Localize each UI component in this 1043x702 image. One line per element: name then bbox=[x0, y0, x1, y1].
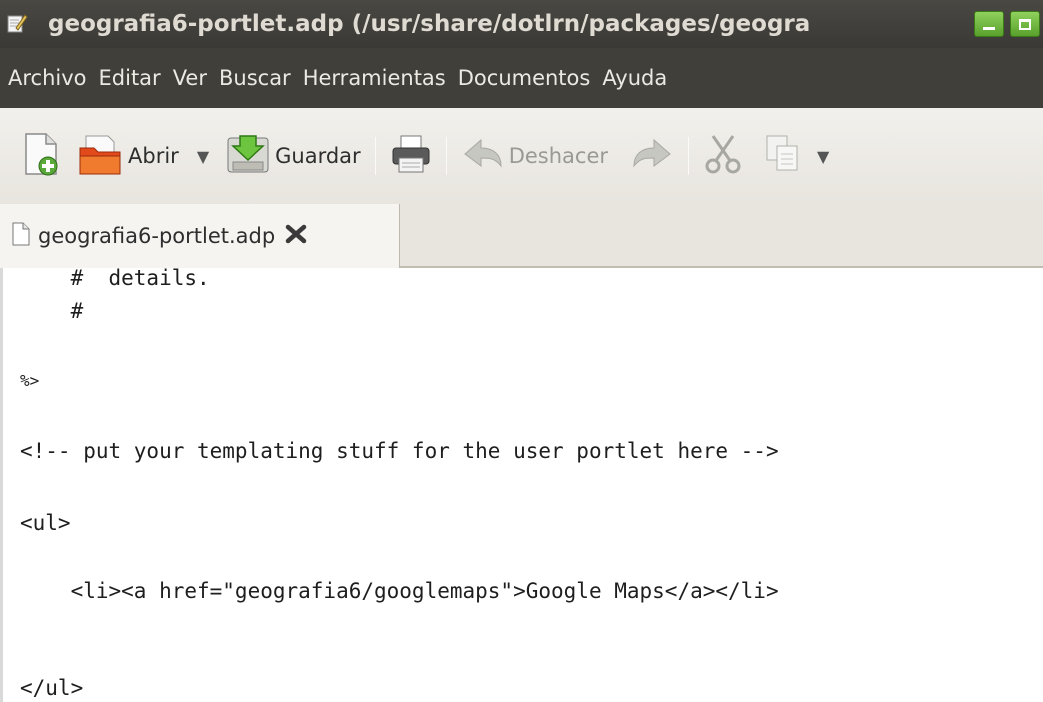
open-button-label: Abrir bbox=[128, 144, 179, 168]
menu-ayuda[interactable]: Ayuda bbox=[598, 66, 675, 90]
redo-button[interactable] bbox=[630, 126, 674, 186]
close-icon[interactable] bbox=[285, 224, 307, 248]
more-tools-dropdown-icon[interactable]: ▼ bbox=[817, 147, 829, 166]
code-line: # bbox=[20, 299, 84, 323]
cut-button[interactable] bbox=[703, 126, 743, 186]
copy-button[interactable] bbox=[763, 126, 803, 186]
minimize-icon bbox=[983, 27, 995, 30]
new-document-icon bbox=[22, 132, 62, 180]
document-tabs: geografia6-portlet.adp bbox=[0, 204, 1043, 268]
menu-buscar[interactable]: Buscar bbox=[215, 66, 299, 90]
file-icon bbox=[12, 222, 30, 250]
copy-icon bbox=[763, 132, 803, 180]
redo-icon bbox=[630, 134, 674, 178]
menu-herramientas[interactable]: Herramientas bbox=[299, 66, 454, 90]
text-editor[interactable]: # details. # %> <!-- put your templating… bbox=[0, 268, 1043, 702]
printer-icon bbox=[390, 132, 432, 180]
undo-icon bbox=[461, 134, 505, 178]
toolbar-separator bbox=[445, 137, 447, 175]
toolbar-separator bbox=[374, 137, 376, 175]
toolbar: Abrir ▼ Guardar Deshacer ▼ bbox=[0, 108, 1043, 204]
open-recent-dropdown-icon[interactable]: ▼ bbox=[197, 147, 209, 166]
print-button[interactable] bbox=[390, 126, 432, 186]
document-tab-label: geografia6-portlet.adp bbox=[38, 224, 276, 248]
undo-button-label: Deshacer bbox=[508, 144, 608, 168]
code-line: <li><a href="geografia6/googlemaps">Goog… bbox=[20, 579, 779, 603]
code-line: %> bbox=[20, 371, 40, 390]
code-line: # details. bbox=[20, 268, 210, 290]
minimize-button[interactable] bbox=[974, 11, 1004, 37]
text-editor-icon bbox=[0, 0, 34, 48]
code-line: </ul> bbox=[20, 676, 84, 700]
open-folder-icon bbox=[78, 132, 124, 180]
code-line: <!-- put your templating stuff for the u… bbox=[20, 439, 779, 463]
code-line: <ul> bbox=[20, 511, 71, 535]
scissors-icon bbox=[703, 132, 743, 180]
undo-button[interactable]: Deshacer bbox=[461, 126, 608, 186]
menu-editar[interactable]: Editar bbox=[95, 66, 169, 90]
save-button[interactable]: Guardar bbox=[225, 126, 361, 186]
maximize-icon bbox=[1019, 19, 1031, 30]
menu-bar: Archivo Editar Ver Buscar Herramientas D… bbox=[0, 48, 1043, 108]
menu-ver[interactable]: Ver bbox=[169, 66, 215, 90]
menu-archivo[interactable]: Archivo bbox=[4, 66, 95, 90]
new-button[interactable] bbox=[22, 126, 62, 186]
maximize-button[interactable] bbox=[1010, 11, 1040, 37]
save-icon bbox=[225, 132, 271, 180]
menu-documentos[interactable]: Documentos bbox=[454, 66, 599, 90]
title-bar: geografia6-portlet.adp (/usr/share/dotlr… bbox=[0, 0, 1043, 48]
open-button[interactable]: Abrir bbox=[78, 126, 179, 186]
document-tab[interactable]: geografia6-portlet.adp bbox=[0, 204, 400, 268]
save-button-label: Guardar bbox=[275, 144, 361, 168]
window-title: geografia6-portlet.adp (/usr/share/dotlr… bbox=[48, 11, 811, 37]
toolbar-separator bbox=[688, 137, 689, 175]
